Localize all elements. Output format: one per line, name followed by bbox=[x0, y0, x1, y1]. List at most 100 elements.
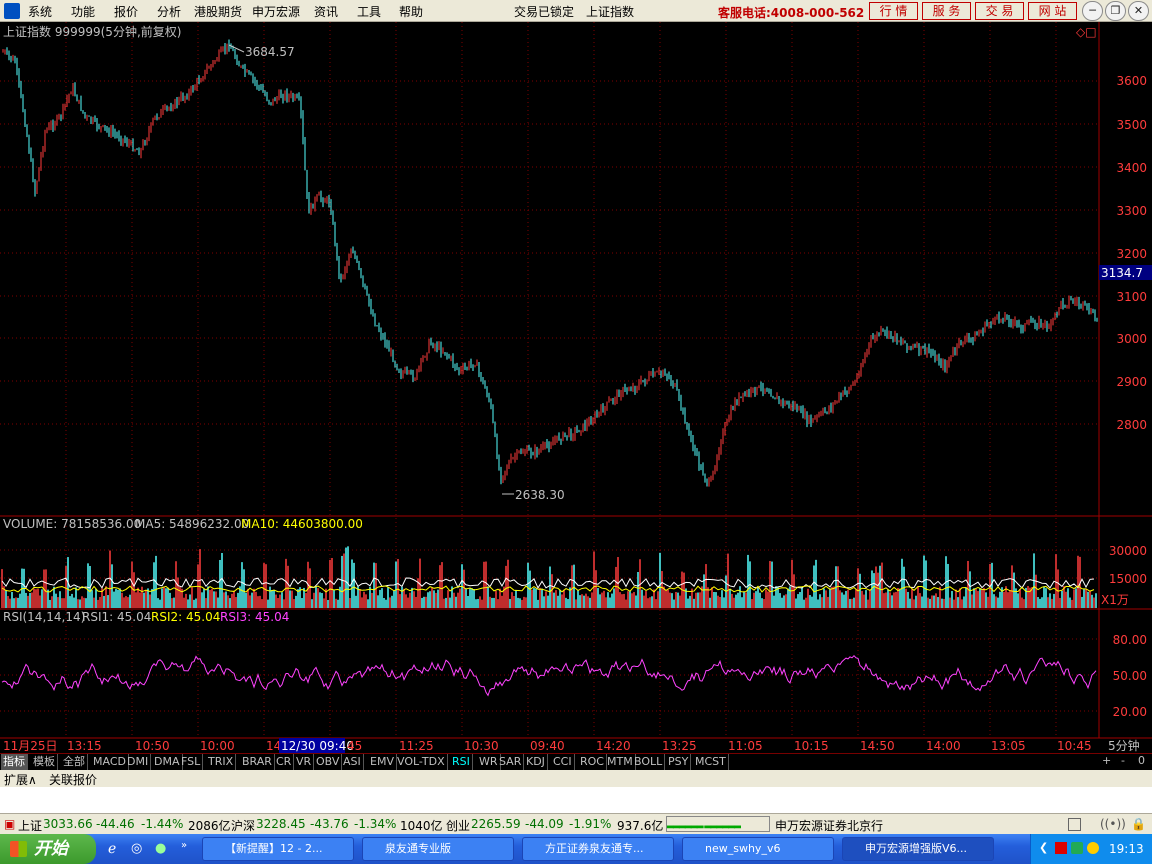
indicator-tab-psy[interactable]: PSY bbox=[666, 754, 692, 770]
system-tray: ❮ 19:13 bbox=[1030, 834, 1152, 864]
time-tick: 14:50 bbox=[860, 739, 895, 753]
price-axis: 3600 3500 3400 3300 3200 3100 3000 2900 … bbox=[1116, 74, 1147, 432]
indicator-tab-vol-tdx[interactable]: VOL-TDX bbox=[395, 754, 448, 770]
time-tick: 10:50 bbox=[135, 739, 170, 753]
menu-system[interactable]: 系统 bbox=[28, 3, 52, 20]
menu-quote[interactable]: 报价 bbox=[114, 3, 138, 20]
menu-bar: 系统 功能 报价 分析 港股期货 申万宏源 资讯 工具 帮助 交易已锁定 上证指… bbox=[0, 0, 1152, 22]
chart-option-icon[interactable]: ◇□ bbox=[1076, 25, 1097, 39]
sh-amount: 2086亿 bbox=[188, 819, 231, 833]
menu-swhy[interactable]: 申万宏源 bbox=[252, 3, 300, 20]
extension-bar: 扩展∧ 关联报价 bbox=[0, 770, 1152, 787]
indicator-tab-cci[interactable]: CCI bbox=[551, 754, 575, 770]
close-icon[interactable]: ✕ bbox=[1128, 1, 1149, 21]
menu-tools[interactable]: 工具 bbox=[357, 3, 381, 20]
menu-function[interactable]: 功能 bbox=[71, 3, 95, 20]
menu-help[interactable]: 帮助 bbox=[399, 3, 423, 20]
tray-flag-icon[interactable] bbox=[1055, 842, 1067, 854]
time-tick: 10:15 bbox=[794, 739, 829, 753]
time-tick: 09:40 bbox=[530, 739, 565, 753]
taskbar-window-5[interactable]: 申万宏源增强版V6... bbox=[842, 837, 994, 861]
cy-percent: -1.91% bbox=[569, 817, 612, 831]
period-label[interactable]: 5分钟 bbox=[1108, 738, 1140, 753]
trade-button[interactable]: 交 易 bbox=[975, 2, 1024, 20]
trade-lock-status[interactable]: 交易已锁定 bbox=[514, 3, 574, 20]
menu-info[interactable]: 资讯 bbox=[314, 3, 338, 20]
indicator-tab-sar[interactable]: SAR bbox=[497, 754, 525, 770]
volume-bars bbox=[1, 546, 1097, 608]
minimize-icon[interactable]: ─ bbox=[1082, 1, 1103, 21]
hs-price: 3228.45 bbox=[256, 817, 306, 831]
status-icon: ▣ bbox=[4, 817, 16, 831]
indicator-tab-macd[interactable]: MACD bbox=[91, 754, 129, 770]
indicator-tab-vr[interactable]: VR bbox=[294, 754, 315, 770]
indicator-tab-cr[interactable]: CR bbox=[274, 754, 295, 770]
indicator-tab-rsi[interactable]: RSI bbox=[450, 754, 473, 770]
restore-icon[interactable]: ❐ bbox=[1105, 1, 1126, 21]
browser-icon[interactable]: ● bbox=[155, 841, 166, 856]
lock-icon[interactable]: 🔒 bbox=[1131, 817, 1146, 831]
indicator-tab-fsl[interactable]: FSL bbox=[179, 754, 204, 770]
price-tick: 3500 bbox=[1116, 118, 1147, 132]
hs-name[interactable]: 沪深 bbox=[231, 817, 255, 834]
candlestick-series bbox=[2, 39, 1098, 487]
service-button[interactable]: 服 务 bbox=[922, 2, 971, 20]
quicklaunch-more-icon[interactable]: » bbox=[181, 840, 187, 851]
price-tick: 2800 bbox=[1116, 418, 1147, 432]
related-quote-button[interactable]: 关联报价 bbox=[49, 771, 97, 788]
clock[interactable]: 19:13 bbox=[1109, 842, 1144, 856]
current-price-label: 3134.7 bbox=[1101, 266, 1143, 280]
quote-button[interactable]: 行 情 bbox=[869, 2, 918, 20]
layout-icon[interactable] bbox=[1068, 818, 1081, 831]
ma5-label: MA5: 54896232.00 bbox=[135, 517, 249, 531]
indicator-tab-brar[interactable]: BRAR bbox=[240, 754, 275, 770]
indicator-tab-dmi[interactable]: DMI bbox=[125, 754, 152, 770]
menu-analysis[interactable]: 分析 bbox=[157, 3, 181, 20]
sh-price: 3033.66 bbox=[43, 817, 93, 831]
indicator-tab-roc[interactable]: ROC bbox=[578, 754, 607, 770]
chart-svg[interactable]: 上证指数 999999(5分钟,前复权) ◇□ 3684.57 2638.30 … bbox=[0, 22, 1152, 756]
time-tick: 14 bbox=[266, 739, 281, 753]
taskbar-window-3[interactable]: 方正证券泉友通专... bbox=[522, 837, 674, 861]
time-tick: 13:25 bbox=[662, 739, 697, 753]
hs-change: -43.76 bbox=[310, 817, 349, 831]
app-logo-icon bbox=[4, 3, 20, 19]
time-tick: 11:25 bbox=[399, 739, 434, 753]
sh-name[interactable]: 上证 bbox=[18, 817, 42, 834]
price-tick: 3400 bbox=[1116, 161, 1147, 175]
start-button[interactable]: 开始 bbox=[0, 834, 96, 864]
indicator-tab-dma[interactable]: DMA bbox=[152, 754, 183, 770]
indicator-tab-指标[interactable]: 指标 bbox=[1, 754, 28, 770]
website-button[interactable]: 网 站 bbox=[1028, 2, 1077, 20]
zoom-out-button[interactable]: - bbox=[1121, 754, 1125, 767]
time-tick: 10:45 bbox=[1057, 739, 1092, 753]
indicator-tab-kdj[interactable]: KDJ bbox=[524, 754, 548, 770]
taskbar-window-2[interactable]: 泉友通专业版 bbox=[362, 837, 514, 861]
taskbar-window-label: 申万宏源增强版V6... bbox=[865, 842, 968, 855]
zoom-in-button[interactable]: + bbox=[1102, 754, 1111, 767]
zoom-reset-button[interactable]: 0 bbox=[1138, 754, 1145, 767]
tray-shield-icon[interactable] bbox=[1071, 842, 1083, 854]
indicator-tab-asi[interactable]: ASI bbox=[341, 754, 364, 770]
tray-arrow-icon[interactable]: ❮ bbox=[1039, 841, 1048, 854]
taskbar-window-4[interactable]: new_swhy_v6 bbox=[682, 837, 834, 861]
tray-volume-icon[interactable] bbox=[1087, 842, 1099, 854]
start-label: 开始 bbox=[34, 839, 68, 859]
indicator-tab-trix[interactable]: TRIX bbox=[206, 754, 237, 770]
cy-change: -44.09 bbox=[525, 817, 564, 831]
expand-button[interactable]: 扩展∧ bbox=[4, 771, 37, 788]
cy-name[interactable]: 创业 bbox=[446, 817, 470, 834]
indicator-tab-boll[interactable]: BOLL bbox=[632, 754, 666, 770]
taskbar-window-1[interactable]: 【新提醒】12 - 2... bbox=[202, 837, 354, 861]
time-tick: 13:05 bbox=[991, 739, 1026, 753]
indicator-tab-emv[interactable]: EMV bbox=[368, 754, 397, 770]
indicator-tab-模板[interactable]: 模板 bbox=[31, 754, 58, 770]
indicator-tab-obv[interactable]: OBV bbox=[314, 754, 343, 770]
ie-icon[interactable]: ℯ bbox=[108, 841, 116, 857]
indicator-tab-mcst[interactable]: MCST bbox=[693, 754, 729, 770]
menu-hk-futures[interactable]: 港股期货 bbox=[194, 3, 242, 20]
desktop-icon[interactable]: ◎ bbox=[131, 841, 142, 856]
indicator-tabs: 指标 模板 全部 MACD DMI DMA FSL TRIX BRAR CR VR OBV ASI EMV… bbox=[0, 753, 1152, 770]
kline-chart-area[interactable]: 上证指数 999999(5分钟,前复权) ◇□ 3684.57 2638.30 … bbox=[0, 22, 1152, 756]
indicator-tab-全部[interactable]: 全部 bbox=[61, 754, 88, 770]
